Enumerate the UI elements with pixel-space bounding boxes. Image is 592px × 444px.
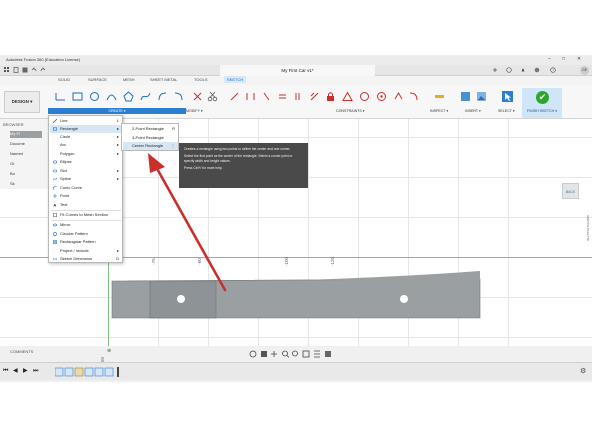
fusion360-window: Autodesk Fusion 360 (Education License) … bbox=[0, 55, 592, 382]
comments-panel[interactable]: COMMENTS ⊕ bbox=[0, 347, 115, 357]
timeline-extrude-icon[interactable] bbox=[74, 367, 84, 377]
pan-icon[interactable] bbox=[271, 351, 277, 357]
timeline-sketch-icon[interactable] bbox=[64, 367, 74, 377]
annotation-arrow bbox=[148, 153, 227, 292]
zoom-icon[interactable] bbox=[282, 350, 290, 358]
timeline-settings-icon[interactable]: ⚙ bbox=[580, 367, 586, 375]
timeline-marker[interactable] bbox=[117, 367, 119, 377]
viewports-icon[interactable] bbox=[325, 351, 331, 357]
step-back-icon[interactable]: ◀ bbox=[13, 368, 20, 375]
add-comment-icon[interactable]: ⊕ bbox=[107, 348, 111, 354]
rewind-to-start-icon[interactable]: ⏮ bbox=[3, 368, 10, 375]
comments-label: COMMENTS bbox=[10, 349, 34, 354]
timeline-features bbox=[55, 367, 119, 377]
look-at-icon[interactable] bbox=[261, 351, 267, 357]
timeline-bar: ⏮ ◀ ▶ ⏭ ⚙ bbox=[0, 362, 592, 380]
orbit-icon[interactable] bbox=[249, 350, 257, 358]
navigation-bar bbox=[249, 350, 331, 358]
timeline-sketch-icon[interactable] bbox=[55, 367, 64, 377]
skip-to-end-icon[interactable]: ⏭ bbox=[33, 368, 40, 375]
grid-snaps-icon[interactable] bbox=[314, 350, 320, 358]
play-icon[interactable]: ▶ bbox=[23, 368, 30, 375]
display-settings-icon[interactable] bbox=[302, 350, 310, 358]
timeline-sketch-icon[interactable] bbox=[94, 367, 104, 377]
fit-icon[interactable] bbox=[292, 350, 298, 357]
timeline-sketch-icon[interactable] bbox=[84, 367, 94, 377]
timeline-sketch-icon[interactable] bbox=[104, 367, 114, 377]
